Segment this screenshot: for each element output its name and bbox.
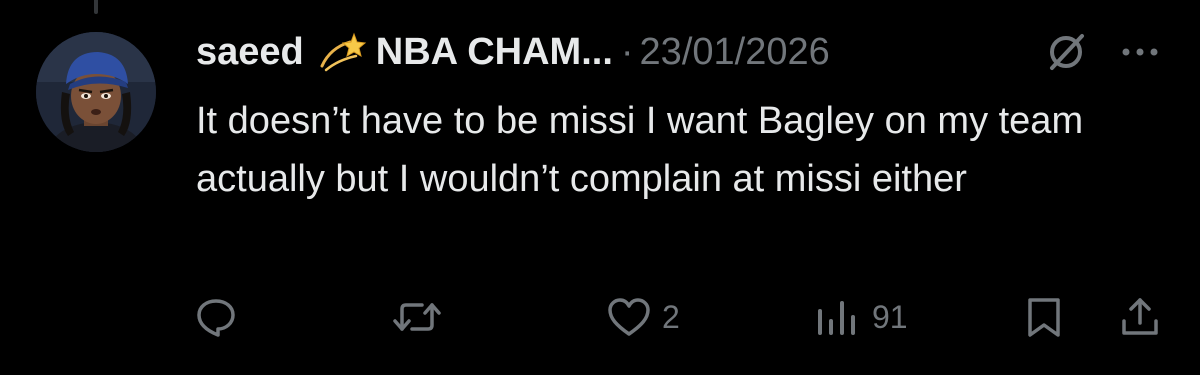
bookmark-icon <box>1028 298 1060 337</box>
views-count: 91 <box>872 298 908 335</box>
thread-connector-line <box>94 0 98 14</box>
reply-icon <box>197 299 235 337</box>
views-chart-icon <box>818 301 855 335</box>
tweet-text: It doesn’t have to be missi I want Bagle… <box>196 100 1084 200</box>
share-icon <box>1122 298 1158 335</box>
tweet-header: saeed NBA CHAM... · 23/01/2026 <box>196 22 830 82</box>
grok-icon[interactable] <box>1044 30 1088 74</box>
bookmark-button[interactable] <box>1024 294 1064 340</box>
more-options-icon[interactable] <box>1118 32 1162 72</box>
header-separator: · <box>620 30 634 73</box>
avatar[interactable] <box>36 32 156 152</box>
heart-icon <box>608 298 650 336</box>
tweet-date[interactable]: 23/01/2026 <box>640 31 830 74</box>
like-count: 2 <box>662 298 680 335</box>
author-handle[interactable]: NBA CHAM... <box>376 31 613 74</box>
author-display-name[interactable]: saeed <box>196 31 304 74</box>
dizzy-star-emoji-icon <box>316 26 368 78</box>
reply-button[interactable] <box>194 294 248 340</box>
retweet-button[interactable] <box>392 294 452 340</box>
retweet-icon <box>393 303 441 331</box>
share-button[interactable] <box>1118 294 1162 340</box>
avatar-image <box>36 32 156 152</box>
like-button[interactable]: 2 <box>606 294 680 340</box>
views-button[interactable]: 91 <box>812 294 908 340</box>
